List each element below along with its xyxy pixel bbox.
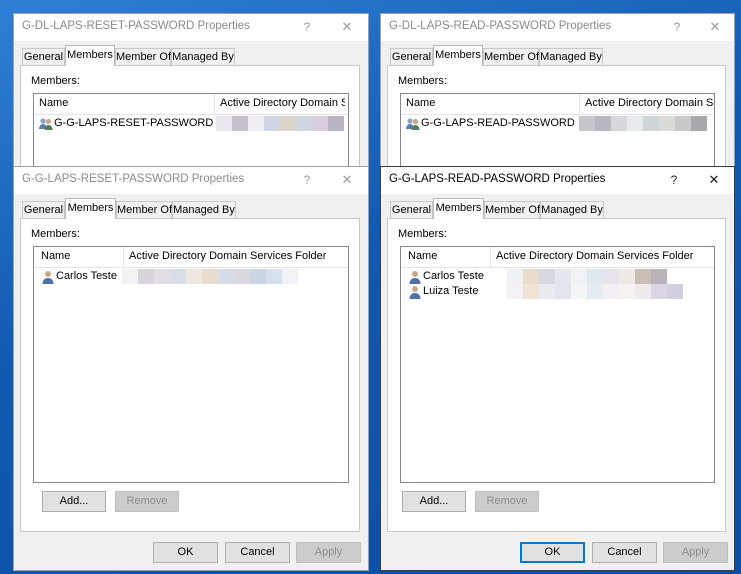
tab-members[interactable]: Members xyxy=(433,45,483,66)
tab-page: Members: Name Active Directory Domain Se… xyxy=(20,218,360,532)
tab-members[interactable]: Members xyxy=(433,198,484,219)
dialog-title: G-DL-LAPS-RESET-PASSWORD Properties xyxy=(22,20,250,32)
dialog-title: G-G-LAPS-RESET-PASSWORD Properties xyxy=(22,173,245,185)
list-item[interactable]: Luiza Teste xyxy=(407,284,497,300)
member-name: Carlos Teste xyxy=(56,270,117,282)
redacted-folder xyxy=(507,269,667,284)
members-label: Members: xyxy=(398,75,447,87)
close-icon[interactable]: ✕ xyxy=(704,171,724,189)
tab-managed-by[interactable]: Managed By xyxy=(171,48,235,65)
close-icon[interactable]: ✕ xyxy=(705,18,725,36)
member-name: Carlos Teste xyxy=(423,270,484,282)
list-item[interactable]: G-G-LAPS-RESET-PASSWORD xyxy=(38,116,213,132)
column-folder-header[interactable]: Active Directory Domain Services Folder xyxy=(496,250,693,262)
column-name-header[interactable]: Name xyxy=(39,97,68,109)
column-divider[interactable] xyxy=(214,94,215,114)
column-divider[interactable] xyxy=(579,94,580,114)
tab-member-of[interactable]: Member Of xyxy=(115,48,171,65)
list-header: Name Active Directory Domain Services Fo… xyxy=(34,247,348,268)
list-item[interactable]: Carlos Teste xyxy=(407,269,497,285)
apply-button[interactable]: Apply xyxy=(663,542,728,563)
ok-button[interactable]: OK xyxy=(520,542,585,563)
tab-general[interactable]: General xyxy=(22,201,65,218)
column-divider[interactable] xyxy=(123,247,124,267)
list-header: Name Active Directory Domain Servic xyxy=(34,94,348,115)
member-name: G-G-LAPS-RESET-PASSWORD xyxy=(54,117,214,129)
column-folder-header[interactable]: Active Directory Domain Servic xyxy=(220,97,345,109)
column-folder-header[interactable]: Active Directory Domain Services Folder xyxy=(129,250,326,262)
column-name-header[interactable]: Name xyxy=(408,250,437,262)
dialog-g-reset: G-G-LAPS-RESET-PASSWORD Properties ? ✕ G… xyxy=(13,166,369,571)
dialog-title: G-DL-LAPS-READ-PASSWORD Properties xyxy=(389,20,612,32)
group-icon xyxy=(406,118,420,130)
tab-member-of[interactable]: Member Of xyxy=(116,201,172,218)
help-icon[interactable]: ? xyxy=(667,18,687,36)
tab-general[interactable]: General xyxy=(390,201,433,218)
user-icon xyxy=(409,271,421,284)
title-bar: G-DL-LAPS-RESET-PASSWORD Properties ? ✕ xyxy=(14,14,368,41)
column-name-header[interactable]: Name xyxy=(41,250,70,262)
tab-member-of[interactable]: Member Of xyxy=(484,201,540,218)
tab-general[interactable]: General xyxy=(390,48,433,65)
tab-managed-by[interactable]: Managed By xyxy=(540,201,604,218)
user-icon xyxy=(409,286,421,299)
title-bar: G-DL-LAPS-READ-PASSWORD Properties ? ✕ xyxy=(381,14,734,41)
tab-member-of[interactable]: Member Of xyxy=(483,48,539,65)
list-header: Name Active Directory Domain Servic xyxy=(401,94,714,115)
tab-members[interactable]: Members xyxy=(65,45,115,66)
group-icon xyxy=(39,118,53,130)
list-item[interactable]: G-G-LAPS-READ-PASSWORD xyxy=(405,116,575,132)
apply-button[interactable]: Apply xyxy=(296,542,361,563)
redacted-folder xyxy=(579,116,707,131)
cancel-button[interactable]: Cancel xyxy=(592,542,657,563)
add-button[interactable]: Add... xyxy=(402,491,466,512)
member-name: G-G-LAPS-READ-PASSWORD xyxy=(421,117,575,129)
help-icon[interactable]: ? xyxy=(297,171,317,189)
column-divider[interactable] xyxy=(490,247,491,267)
close-icon[interactable]: ✕ xyxy=(337,18,357,36)
cancel-button[interactable]: Cancel xyxy=(225,542,290,563)
dialog-title: G-G-LAPS-READ-PASSWORD Properties xyxy=(389,173,606,185)
help-icon[interactable]: ? xyxy=(664,171,684,189)
members-label: Members: xyxy=(31,228,80,240)
redacted-folder xyxy=(216,116,344,131)
members-label: Members: xyxy=(31,75,80,87)
remove-button[interactable]: Remove xyxy=(115,491,179,512)
members-label: Members: xyxy=(398,228,447,240)
members-list[interactable]: Name Active Directory Domain Services Fo… xyxy=(33,246,349,483)
redacted-folder xyxy=(507,284,683,299)
remove-button[interactable]: Remove xyxy=(475,491,539,512)
help-icon[interactable]: ? xyxy=(297,18,317,36)
close-icon[interactable]: ✕ xyxy=(337,171,357,189)
tab-managed-by[interactable]: Managed By xyxy=(539,48,603,65)
redacted-folder xyxy=(122,269,298,284)
title-bar: G-G-LAPS-RESET-PASSWORD Properties ? ✕ xyxy=(14,167,368,194)
tab-managed-by[interactable]: Managed By xyxy=(172,201,236,218)
tab-members[interactable]: Members xyxy=(65,198,116,219)
tab-page: Members: Name Active Directory Domain Se… xyxy=(387,218,726,532)
list-item[interactable]: Carlos Teste xyxy=(40,269,130,285)
add-button[interactable]: Add... xyxy=(42,491,106,512)
ok-button[interactable]: OK xyxy=(153,542,218,563)
user-icon xyxy=(42,271,54,284)
title-bar: G-G-LAPS-READ-PASSWORD Properties ? ✕ xyxy=(381,167,734,194)
column-folder-header[interactable]: Active Directory Domain Servic xyxy=(585,97,713,109)
tab-general[interactable]: General xyxy=(22,48,65,65)
dialog-g-read: G-G-LAPS-READ-PASSWORD Properties ? ✕ Ge… xyxy=(380,166,735,571)
member-name: Luiza Teste xyxy=(423,285,479,297)
list-header: Name Active Directory Domain Services Fo… xyxy=(401,247,714,268)
column-name-header[interactable]: Name xyxy=(406,97,435,109)
members-list[interactable]: Name Active Directory Domain Services Fo… xyxy=(400,246,715,483)
